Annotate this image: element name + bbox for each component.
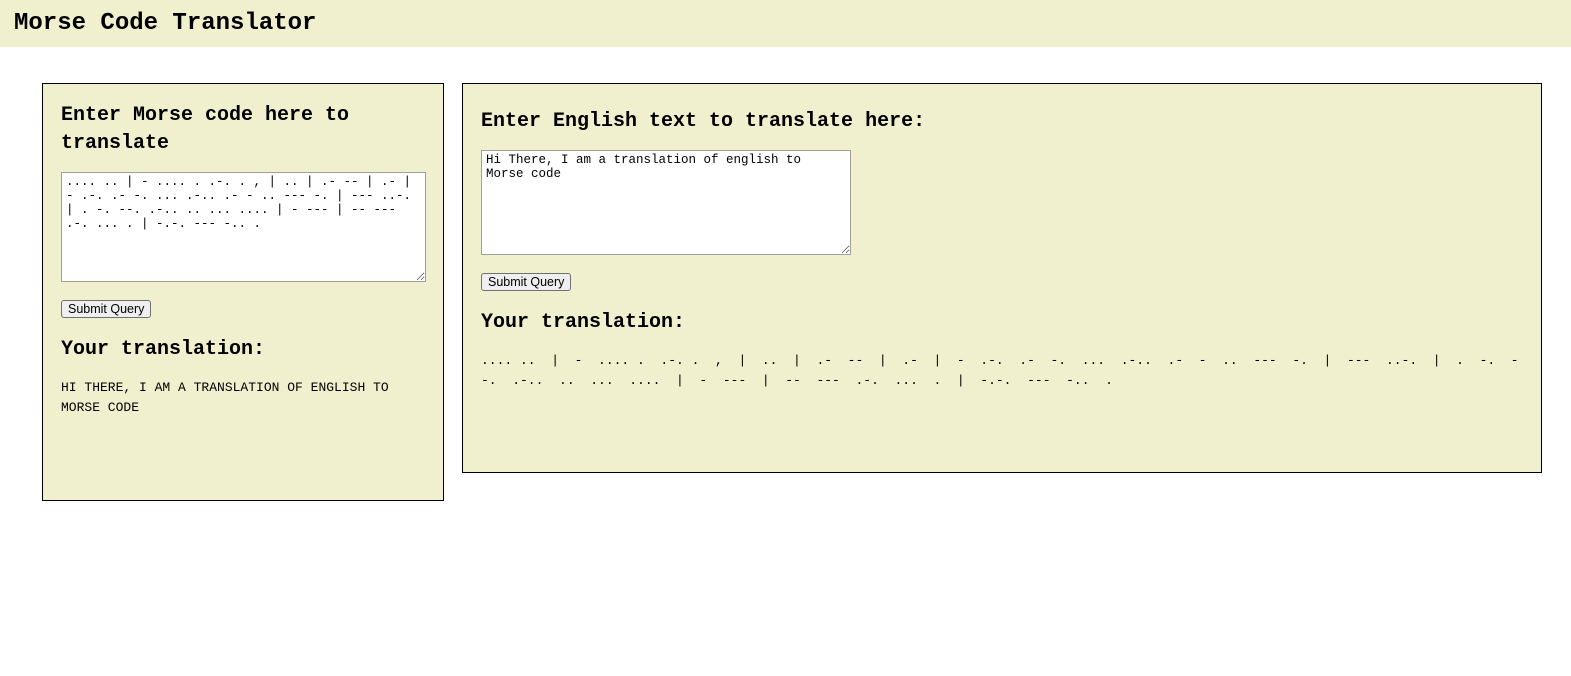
english-submit-button[interactable]: Submit Query [481, 273, 571, 291]
morse-input-heading: Enter Morse code here to translate [61, 102, 425, 158]
morse-translation-heading: Your translation: [61, 336, 425, 364]
english-translation-heading: Your translation: [481, 309, 1523, 337]
english-input-heading: Enter English text to translate here: [481, 108, 1523, 136]
english-to-morse-panel: Enter English text to translate here: Su… [462, 83, 1542, 473]
morse-to-english-panel: Enter Morse code here to translate Submi… [42, 83, 444, 501]
english-input-textarea[interactable] [481, 150, 851, 255]
header-bar: Morse Code Translator [0, 0, 1571, 47]
morse-input-textarea[interactable] [61, 172, 426, 282]
morse-submit-button[interactable]: Submit Query [61, 300, 151, 318]
page-title: Morse Code Translator [14, 10, 1557, 37]
english-translation-output: .... .. | - .... . .-. . , | .. | .- -- … [481, 351, 1523, 390]
main-container: Enter Morse code here to translate Submi… [0, 47, 1571, 501]
morse-translation-output: HI THERE, I AM A TRANSLATION OF ENGLISH … [61, 378, 425, 417]
